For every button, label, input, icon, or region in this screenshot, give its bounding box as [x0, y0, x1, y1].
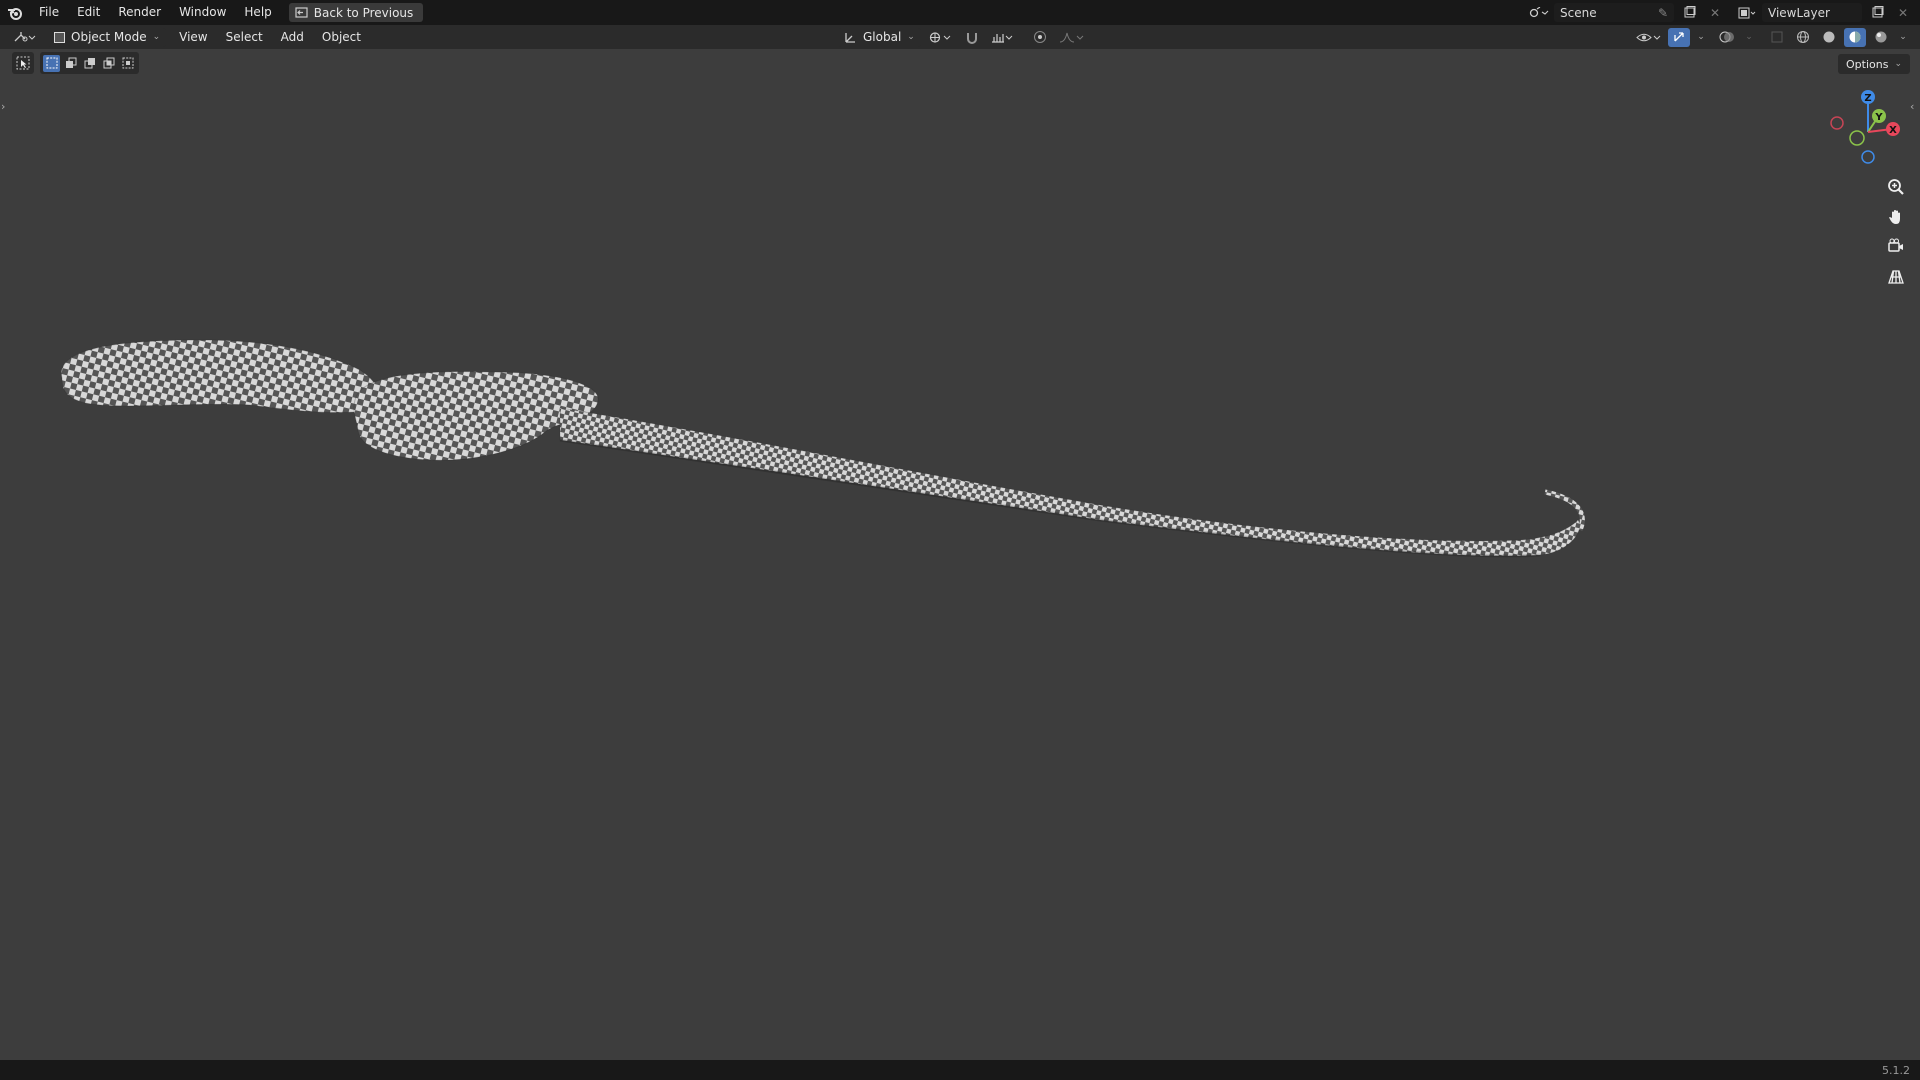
select-extend-icon[interactable]	[62, 55, 79, 72]
gizmo-y-label: Y	[1874, 112, 1883, 123]
version-label: 5.1.2	[1882, 1063, 1910, 1077]
menu-object[interactable]: Object	[313, 25, 370, 49]
back-to-previous-button[interactable]: Back to Previous	[288, 3, 424, 22]
tool-header	[12, 52, 139, 74]
menu-window[interactable]: Window	[170, 0, 235, 25]
select-mode-group	[40, 52, 139, 74]
transform-orientation-selector[interactable]: Global ⌄	[838, 27, 921, 47]
pan-hand-icon[interactable]	[1883, 204, 1909, 230]
gizmo-dropdown-icon[interactable]: ⌄	[1694, 28, 1708, 47]
orientation-icon	[845, 32, 855, 43]
view-layer-name: ViewLayer	[1768, 5, 1830, 20]
menu-edit[interactable]: Edit	[68, 0, 109, 25]
gizmo-x-label: X	[1889, 125, 1897, 136]
select-invert-icon[interactable]	[100, 55, 117, 72]
mode-selector[interactable]: Object Mode ⌄	[48, 27, 167, 47]
snap-icon[interactable]	[961, 28, 983, 47]
status-bar: 5.1.2	[0, 1060, 1920, 1080]
camera-view-icon[interactable]	[1883, 234, 1909, 260]
perspective-grid-icon[interactable]	[1883, 264, 1909, 290]
shading-dropdown-icon[interactable]: ⌄	[1896, 28, 1910, 47]
delete-scene-icon[interactable]: ✕	[1704, 3, 1726, 22]
pivot-point-icon[interactable]	[927, 28, 955, 47]
back-icon	[295, 7, 308, 18]
menu-select[interactable]: Select	[217, 25, 272, 49]
falloff-icon[interactable]	[1057, 28, 1087, 47]
menu-help[interactable]: Help	[235, 0, 280, 25]
chevron-down-icon: ⌄	[907, 32, 915, 42]
shading-solid-icon[interactable]	[1818, 28, 1840, 47]
scene-name-field[interactable]: Scene ✎	[1554, 3, 1674, 22]
sidebar-expand-icon[interactable]: ‹	[1910, 100, 1918, 116]
select-subtract-icon[interactable]	[81, 55, 98, 72]
back-to-previous-label: Back to Previous	[313, 5, 414, 20]
scene-selector-icon[interactable]	[1528, 3, 1550, 22]
overlay-toggle-icon[interactable]	[1716, 28, 1738, 47]
viewport-header: Object Mode ⌄ View Select Add Object Glo…	[0, 25, 1920, 49]
shading-wireframe-icon[interactable]	[1792, 28, 1814, 47]
delete-view-layer-icon[interactable]: ✕	[1892, 3, 1914, 22]
gizmo-z-label: Z	[1864, 93, 1871, 104]
select-tool-icon[interactable]	[12, 52, 34, 74]
shading-material-icon[interactable]	[1844, 27, 1866, 47]
chevron-down-icon: ⌄	[152, 32, 161, 42]
blender-logo-icon[interactable]	[0, 0, 30, 25]
scene-name: Scene	[1560, 5, 1597, 20]
xray-toggle-icon[interactable]	[1766, 28, 1788, 47]
navigation-gizmo[interactable]: Z Y X	[1820, 86, 1910, 176]
top-bar: File Edit Render Window Help Back to Pre…	[0, 0, 1920, 25]
pin-icon[interactable]: ✎	[1658, 6, 1668, 20]
options-dropdown[interactable]: Options ⌄	[1838, 54, 1910, 74]
overlay-dropdown-icon[interactable]: ⌄	[1742, 28, 1756, 47]
mode-label: Object Mode	[71, 30, 147, 44]
menu-add[interactable]: Add	[272, 25, 313, 49]
select-new-icon[interactable]	[43, 54, 60, 72]
zoom-icon[interactable]	[1883, 174, 1909, 200]
menu-file[interactable]: File	[30, 0, 68, 25]
gizmo-neg-x[interactable]	[1830, 116, 1844, 130]
curve-tail[interactable]	[559, 407, 1581, 557]
options-label: Options	[1846, 57, 1889, 71]
editor-type-icon[interactable]	[10, 28, 40, 47]
proportional-editing-icon[interactable]	[1029, 28, 1051, 47]
select-intersect-icon[interactable]	[119, 55, 136, 72]
gizmo-neg-z[interactable]	[1861, 150, 1875, 164]
object-mode-icon	[54, 31, 65, 43]
menu-view[interactable]: View	[170, 25, 216, 49]
curve-loop-left[interactable]	[60, 339, 379, 414]
toolbar-expand-icon[interactable]: ›	[1, 100, 9, 116]
view-layer-name-field[interactable]: ViewLayer	[1762, 3, 1862, 22]
chevron-down-icon: ⌄	[1894, 59, 1902, 69]
snap-target-icon[interactable]	[989, 28, 1017, 47]
gizmo-toggle-icon[interactable]	[1668, 27, 1690, 47]
3d-viewport[interactable]	[0, 49, 1920, 1060]
gizmo-neg-y[interactable]	[1849, 130, 1865, 146]
new-view-layer-icon[interactable]	[1866, 3, 1888, 22]
menu-render[interactable]: Render	[109, 0, 170, 25]
visibility-icon[interactable]	[1634, 28, 1664, 47]
orientation-label: Global	[863, 30, 902, 44]
shading-rendered-icon[interactable]	[1870, 28, 1892, 47]
view-layer-selector-icon[interactable]	[1736, 3, 1758, 22]
new-scene-icon[interactable]	[1678, 3, 1700, 22]
